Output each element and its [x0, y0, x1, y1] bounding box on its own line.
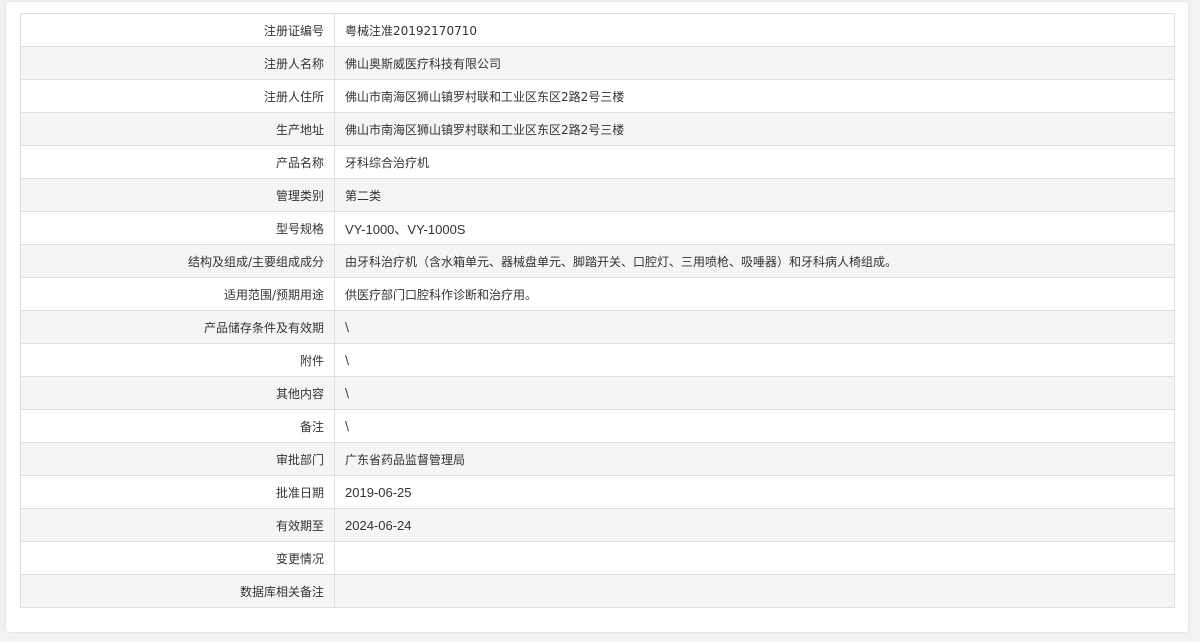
table-row: 附件 \ — [20, 343, 1175, 377]
row-label-registrant-address: 注册人住所 — [20, 79, 335, 113]
row-value-approval-date: 2019-06-25 — [334, 475, 1175, 509]
row-label-management-category: 管理类别 — [20, 178, 335, 212]
table-row: 注册人住所 佛山市南海区狮山镇罗村联和工业区东区2路2号三楼 — [20, 79, 1175, 113]
table-row: 结构及组成/主要组成成分 由牙科治疗机（含水箱单元、器械盘单元、脚踏开关、口腔灯… — [20, 244, 1175, 278]
row-value-registrant-address: 佛山市南海区狮山镇罗村联和工业区东区2路2号三楼 — [334, 79, 1175, 113]
row-value-other-content: \ — [334, 376, 1175, 410]
row-value-registration-number: 粤械注准20192170710 — [334, 13, 1175, 47]
row-label-production-address: 生产地址 — [20, 112, 335, 146]
row-value-change-history — [334, 541, 1175, 575]
table-row: 产品名称 牙科综合治疗机 — [20, 145, 1175, 179]
table-row: 批准日期 2019-06-25 — [20, 475, 1175, 509]
row-label-change-history: 变更情况 — [20, 541, 335, 575]
row-value-structure-composition: 由牙科治疗机（含水箱单元、器械盘单元、脚踏开关、口腔灯、三用喷枪、吸唾器）和牙科… — [334, 244, 1175, 278]
table-row: 数据库相关备注 — [20, 574, 1175, 608]
table-row: 变更情况 — [20, 541, 1175, 575]
row-label-other-content: 其他内容 — [20, 376, 335, 410]
row-label-approval-date: 批准日期 — [20, 475, 335, 509]
table-row: 注册证编号 粤械注准20192170710 — [20, 13, 1175, 47]
table-row: 有效期至 2024-06-24 — [20, 508, 1175, 542]
row-value-model-spec: VY-1000、VY-1000S — [334, 211, 1175, 245]
table-row: 型号规格 VY-1000、VY-1000S — [20, 211, 1175, 245]
detail-card: 注册证编号 粤械注准20192170710 注册人名称 佛山奥斯威医疗科技有限公… — [6, 2, 1188, 632]
table-row: 生产地址 佛山市南海区狮山镇罗村联和工业区东区2路2号三楼 — [20, 112, 1175, 146]
registration-detail-table: 注册证编号 粤械注准20192170710 注册人名称 佛山奥斯威医疗科技有限公… — [20, 13, 1175, 608]
row-label-approval-department: 审批部门 — [20, 442, 335, 476]
row-label-database-remarks: 数据库相关备注 — [20, 574, 335, 608]
row-label-model-spec: 型号规格 — [20, 211, 335, 245]
row-value-intended-use: 供医疗部门口腔科作诊断和治疗用。 — [334, 277, 1175, 311]
row-value-production-address: 佛山市南海区狮山镇罗村联和工业区东区2路2号三楼 — [334, 112, 1175, 146]
row-value-registrant-name: 佛山奥斯威医疗科技有限公司 — [334, 46, 1175, 80]
row-label-attachments: 附件 — [20, 343, 335, 377]
row-value-storage-validity: \ — [334, 310, 1175, 344]
row-label-product-name: 产品名称 — [20, 145, 335, 179]
table-row: 适用范围/预期用途 供医疗部门口腔科作诊断和治疗用。 — [20, 277, 1175, 311]
row-value-remarks: \ — [334, 409, 1175, 443]
row-value-database-remarks — [334, 574, 1175, 608]
row-label-registration-number: 注册证编号 — [20, 13, 335, 47]
row-label-storage-validity: 产品储存条件及有效期 — [20, 310, 335, 344]
row-label-registrant-name: 注册人名称 — [20, 46, 335, 80]
table-row: 其他内容 \ — [20, 376, 1175, 410]
row-value-attachments: \ — [334, 343, 1175, 377]
table-row: 注册人名称 佛山奥斯威医疗科技有限公司 — [20, 46, 1175, 80]
row-label-structure-composition: 结构及组成/主要组成成分 — [20, 244, 335, 278]
table-row: 审批部门 广东省药品监督管理局 — [20, 442, 1175, 476]
row-label-intended-use: 适用范围/预期用途 — [20, 277, 335, 311]
table-row: 管理类别 第二类 — [20, 178, 1175, 212]
row-value-valid-until: 2024-06-24 — [334, 508, 1175, 542]
table-row: 产品储存条件及有效期 \ — [20, 310, 1175, 344]
row-value-product-name: 牙科综合治疗机 — [334, 145, 1175, 179]
row-label-remarks: 备注 — [20, 409, 335, 443]
table-row: 备注 \ — [20, 409, 1175, 443]
row-label-valid-until: 有效期至 — [20, 508, 335, 542]
row-value-management-category: 第二类 — [334, 178, 1175, 212]
row-value-approval-department: 广东省药品监督管理局 — [334, 442, 1175, 476]
